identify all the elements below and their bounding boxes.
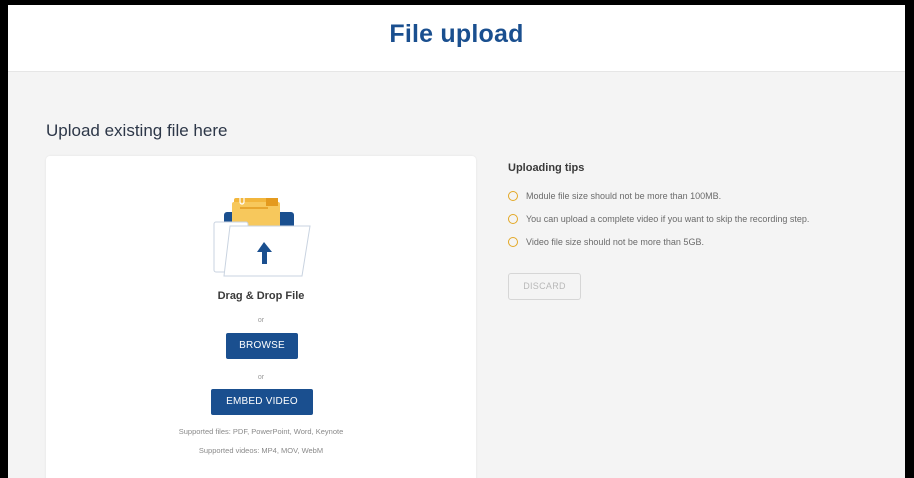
tip-item: You can upload a complete video if you w… bbox=[508, 207, 809, 230]
embed-video-button[interactable]: EMBED VIDEO bbox=[211, 389, 313, 415]
discard-button[interactable]: DISCARD bbox=[508, 273, 581, 300]
upload-dropzone[interactable]: Drag & Drop File or BROWSE or EMBED VIDE… bbox=[46, 156, 476, 478]
circle-bullet-icon bbox=[508, 213, 518, 224]
circle-bullet-icon bbox=[508, 190, 518, 201]
tips-list: Module file size should not be more than… bbox=[508, 184, 809, 253]
page-title: File upload bbox=[389, 20, 524, 48]
supported-videos-text: Supported videos: MP4, MOV, WebM bbox=[198, 446, 324, 455]
or-separator: or bbox=[257, 317, 265, 324]
tip-item: Video file size should not be more than … bbox=[508, 230, 809, 253]
tip-text: You can upload a complete video if you w… bbox=[526, 213, 810, 224]
tips-title: Uploading tips bbox=[508, 162, 585, 174]
or-separator: or bbox=[257, 374, 265, 381]
tip-text: Module file size should not be more than… bbox=[526, 190, 722, 201]
browse-button[interactable]: BROWSE bbox=[226, 333, 298, 359]
folder-upload-icon bbox=[213, 196, 311, 277]
tip-item: Module file size should not be more than… bbox=[508, 184, 809, 207]
tip-text: Video file size should not be more than … bbox=[526, 236, 704, 247]
section-title: Upload existing file here bbox=[46, 121, 228, 140]
supported-files-text: Supported files: PDF, PowerPoint, Word, … bbox=[178, 427, 344, 436]
circle-bullet-icon bbox=[508, 236, 518, 247]
app-frame: File upload Upload existing file here Dr… bbox=[8, 5, 905, 478]
page-header: File upload bbox=[8, 5, 905, 72]
drag-drop-label: Drag & Drop File bbox=[217, 290, 305, 302]
